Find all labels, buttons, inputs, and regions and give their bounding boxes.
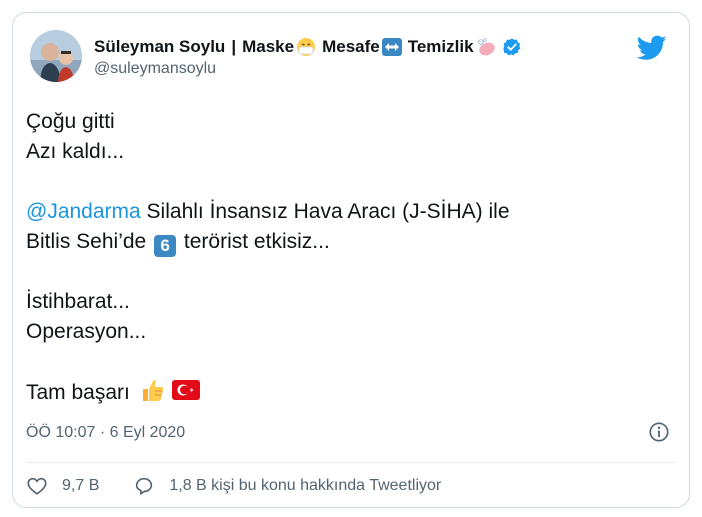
tweet-line-keycap: Bitlis Sehi’de 6 terörist etkisiz... (26, 227, 666, 257)
thumbs-up-emoji-icon (142, 380, 164, 401)
soap-emoji-icon (477, 38, 495, 56)
author-name-row[interactable]: Süleyman Soylu | Maske Mesafe Temizlik (94, 37, 522, 57)
mask-face-emoji-icon (297, 38, 316, 56)
reply-button[interactable]: 1,8 B kişi bu konu hakkında Tweetliyor (133, 475, 441, 497)
tag-temizlik: Temizlik (407, 37, 474, 56)
like-count: 9,7 B (62, 477, 100, 494)
tweet-line: Azı kaldı... (26, 140, 125, 163)
tweet-timestamp[interactable]: ÖÖ 10:07 · 6 Eyl 2020 (26, 424, 185, 442)
tweet-line-final: Tam başarı (26, 377, 666, 408)
tweet-line: İstihbarat... (26, 290, 130, 313)
divider (26, 462, 676, 463)
tweet-line-text: Bitlis Sehi’de (26, 230, 147, 253)
left-right-arrow-emoji-icon (381, 38, 402, 56)
heart-icon (27, 477, 47, 495)
tag-mesafe: Mesafe (322, 37, 380, 56)
info-icon[interactable] (648, 421, 670, 443)
tweet-line-text: Tam başarı (26, 381, 130, 404)
turkey-flag-icon (171, 380, 200, 400)
tweet-text: Çoğu gitti Azı kaldı... @Jandarma Silahl… (26, 107, 666, 408)
tweet-actions: 9,7 B 1,8 B kişi bu konu hakkında Tweetl… (26, 475, 441, 497)
reply-bubble-icon (136, 477, 153, 495)
tweet-line: Operasyon... (26, 320, 147, 343)
tweet-line-mention: @Jandarma Silahlı İnsansız Hava Aracı (J… (26, 197, 666, 227)
tweet-line-text: terörist etkisiz... (183, 230, 330, 253)
tweet-line-text: Silahlı İnsansız Hava Aracı (J-SİHA) ile (146, 200, 510, 223)
avatar[interactable] (30, 30, 82, 82)
name-separator: | (231, 37, 237, 56)
verified-badge-icon (502, 38, 520, 56)
author-name[interactable]: Süleyman Soylu (94, 37, 225, 57)
author-handle[interactable]: @suleymansoylu (94, 60, 216, 78)
mention-link[interactable]: @Jandarma (26, 200, 141, 223)
tweet-card: Süleyman Soylu | Maske Mesafe Temizlik @… (12, 12, 690, 508)
twitter-bird-icon[interactable] (637, 35, 667, 61)
tag-maske: Maske (242, 37, 295, 56)
like-button[interactable]: 9,7 B (26, 475, 99, 497)
reply-count-text: 1,8 B kişi bu konu hakkında Tweetliyor (169, 477, 442, 494)
keycap-number-icon: 6 (154, 235, 177, 257)
tweet-line: Çoğu gitti (26, 110, 115, 133)
